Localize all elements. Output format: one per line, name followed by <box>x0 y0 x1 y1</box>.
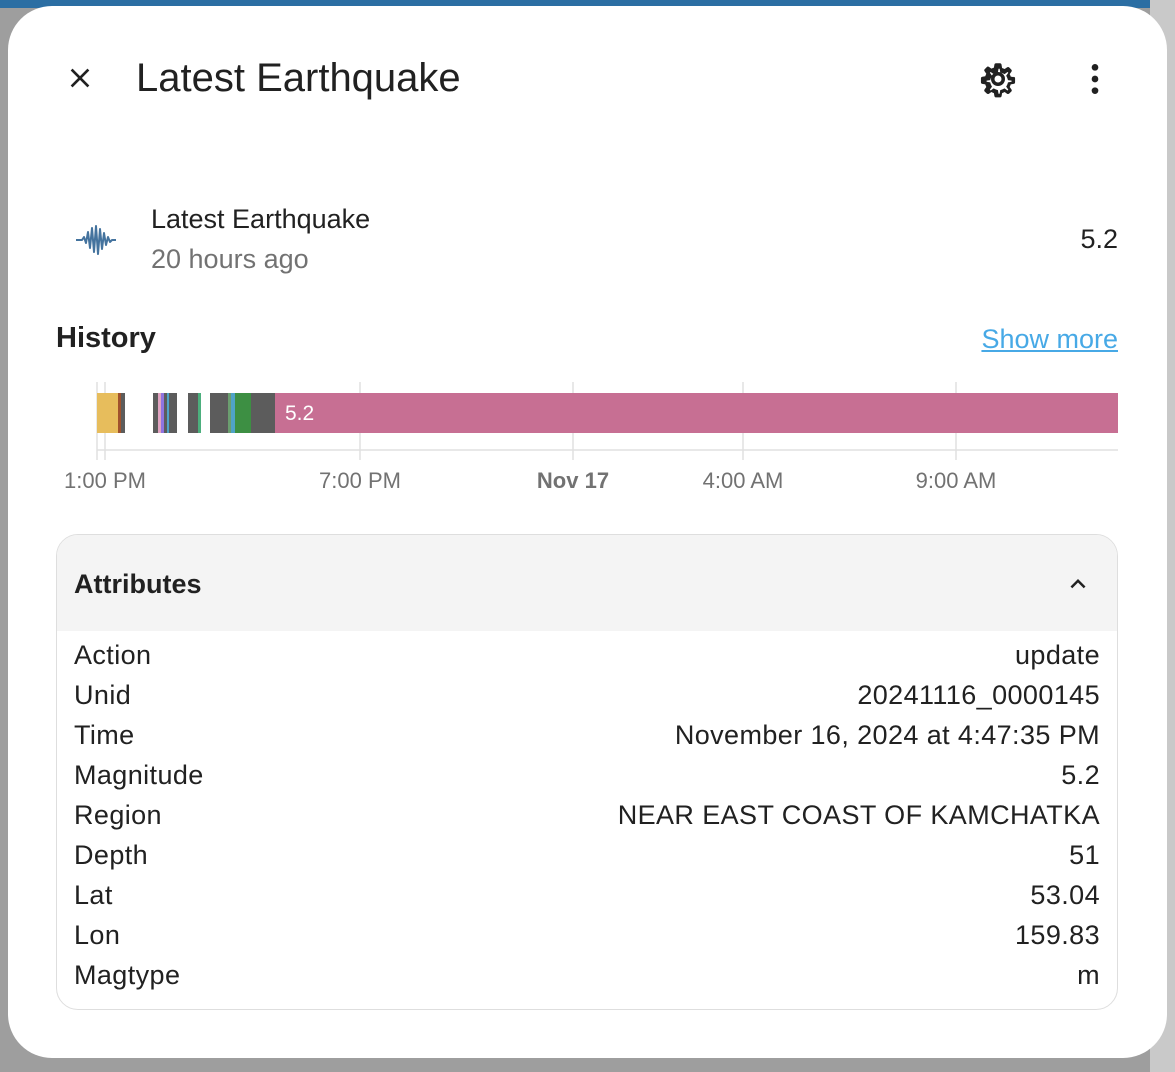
attribute-row: Region NEAR EAST COAST OF KAMCHATKA <box>57 795 1117 835</box>
dialog-title: Latest Earthquake <box>136 56 461 100</box>
timeline-segment[interactable] <box>164 393 167 433</box>
seismic-wave-icon <box>76 225 116 255</box>
timeline-segment[interactable] <box>235 393 251 433</box>
gear-icon <box>980 63 1016 98</box>
attribute-key: Magtype <box>74 959 181 990</box>
attributes-title: Attributes <box>74 569 202 599</box>
timeline-tick-label: Nov 17 <box>537 468 609 493</box>
timeline-tick-label: 9:00 AM <box>916 468 997 493</box>
timeline-segment[interactable] <box>161 393 164 433</box>
settings-button[interactable] <box>974 56 1022 102</box>
timeline-segment[interactable] <box>158 393 161 433</box>
attribute-row: Lat 53.04 <box>57 875 1117 915</box>
close-button[interactable] <box>58 56 102 100</box>
attribute-key: Depth <box>74 839 149 870</box>
timeline-tick-label: 1:00 PM <box>64 468 146 493</box>
attribute-key: Region <box>74 799 162 830</box>
attributes-panel: Attributes Action update Unid 20241116_0… <box>56 534 1118 1010</box>
timeline-segment[interactable] <box>121 393 125 433</box>
attributes-list: Action update Unid 20241116_0000145 Time… <box>57 631 1117 995</box>
attribute-value: m <box>1077 959 1100 990</box>
chevron-up-icon[interactable] <box>1063 569 1093 599</box>
attribute-key: Time <box>74 719 135 750</box>
attribute-value: 20241116_0000145 <box>857 679 1100 710</box>
attribute-row: Time November 16, 2024 at 4:47:35 PM <box>57 715 1117 755</box>
attribute-key: Magnitude <box>74 759 204 790</box>
close-icon <box>70 68 90 88</box>
attribute-value: update <box>1015 639 1100 670</box>
attribute-row: Depth 51 <box>57 835 1117 875</box>
attribute-row: Lon 159.83 <box>57 915 1117 955</box>
timeline-segment-current[interactable] <box>275 393 1118 433</box>
attribute-value: 5.2 <box>1061 759 1100 790</box>
timeline-segment[interactable] <box>169 393 177 433</box>
timeline-tick-label: 4:00 AM <box>703 468 784 493</box>
more-info-dialog: Latest Earthquake Latest Earthquake 20 h… <box>8 6 1167 1058</box>
timeline-segment[interactable] <box>118 393 121 433</box>
attribute-key: Lon <box>74 919 121 950</box>
attribute-key: Lat <box>74 879 113 910</box>
timeline-segment[interactable] <box>251 393 275 433</box>
attribute-value: 51 <box>1069 839 1100 870</box>
entity-state: 5.2 <box>1080 224 1118 254</box>
entity-last-changed: 20 hours ago <box>151 244 309 274</box>
more-vertical-icon <box>1091 64 1099 94</box>
timeline-tick-label: 7:00 PM <box>319 468 401 493</box>
attribute-value: 53.04 <box>1030 879 1100 910</box>
attribute-key: Action <box>74 639 152 670</box>
attribute-value: NEAR EAST COAST OF KAMCHATKA <box>617 799 1100 830</box>
timeline-segment[interactable] <box>188 393 198 433</box>
attribute-key: Unid <box>74 679 132 710</box>
timeline-bar-label: 5.2 <box>285 402 314 425</box>
show-more-link[interactable]: Show more <box>981 324 1118 355</box>
attribute-value: 159.83 <box>1015 919 1100 950</box>
timeline-segment[interactable] <box>167 393 169 433</box>
attribute-row: Action update <box>57 635 1117 675</box>
timeline-segment[interactable] <box>228 393 231 433</box>
timeline-segment[interactable] <box>231 393 235 433</box>
attribute-row: Magtype m <box>57 955 1117 995</box>
timeline-segment[interactable] <box>198 393 201 433</box>
attribute-row: Magnitude 5.2 <box>57 755 1117 795</box>
more-options-button[interactable] <box>1072 56 1118 102</box>
attribute-row: Unid 20241116_0000145 <box>57 675 1117 715</box>
timeline-segment[interactable] <box>153 393 158 433</box>
attributes-header[interactable]: Attributes <box>57 535 1117 631</box>
timeline-segment[interactable] <box>97 393 118 433</box>
history-heading: History <box>56 322 156 354</box>
attribute-value: November 16, 2024 at 4:47:35 PM <box>674 719 1100 750</box>
history-timeline[interactable]: 5.2 1:00 PM 7:00 PM Nov 17 4:00 AM 9:00 … <box>8 376 1167 506</box>
entity-name: Latest Earthquake <box>151 204 371 234</box>
timeline-segment[interactable] <box>210 393 228 433</box>
